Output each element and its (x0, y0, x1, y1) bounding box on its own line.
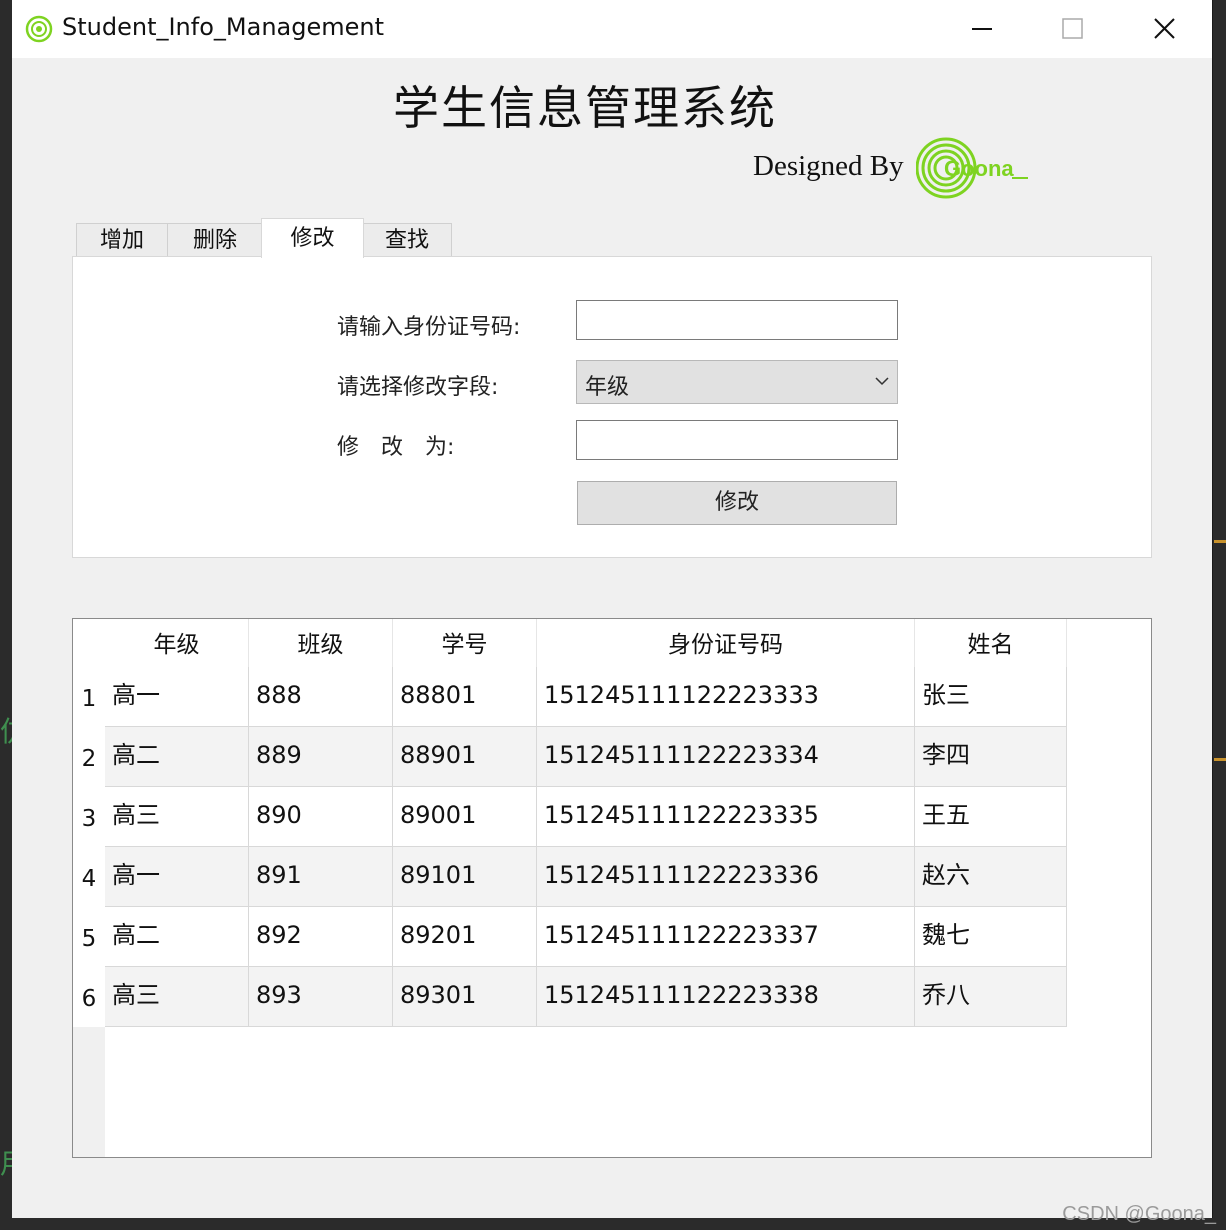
row-number[interactable]: 1 (73, 667, 105, 727)
row-number[interactable]: 2 (73, 727, 105, 787)
field-select-value: 年级 (585, 375, 630, 400)
id-number-label: 请输入身份证号码: (337, 315, 521, 340)
maximize-icon (1062, 18, 1083, 39)
column-header[interactable]: 身份证号码 (537, 619, 915, 667)
new-value-input[interactable] (576, 420, 898, 460)
table-cell[interactable]: 89001 (393, 787, 537, 847)
tab-search[interactable]: 查找 (362, 223, 452, 257)
table-cell[interactable]: 892 (249, 907, 393, 967)
table-cell[interactable]: 151245111122223338 (537, 967, 915, 1027)
table-cell[interactable]: 乔八 (915, 967, 1067, 1027)
modify-panel: 请输入身份证号码: 请选择修改字段: 年级 修 改 为: 修改 (72, 256, 1152, 558)
column-header[interactable]: 班级 (249, 619, 393, 667)
watermark: CSDN @Goona_ (1062, 1203, 1216, 1225)
new-value-label: 修 改 为: (337, 435, 455, 460)
table-cell[interactable]: 151245111122223335 (537, 787, 915, 847)
table-cell[interactable]: 高一 (105, 847, 249, 907)
title-bar[interactable]: Student_Info_Management (12, 0, 1212, 58)
table-cell[interactable]: 893 (249, 967, 393, 1027)
table-cell[interactable]: 高一 (105, 667, 249, 727)
table-cell[interactable]: 89201 (393, 907, 537, 967)
table-cell[interactable]: 李四 (915, 727, 1067, 787)
row-number[interactable]: 6 (73, 967, 105, 1027)
goona-logo: Goona (916, 137, 1028, 199)
table-cell[interactable]: 151245111122223337 (537, 907, 915, 967)
background-marker (1214, 540, 1226, 543)
close-icon (1154, 18, 1175, 39)
tab-modify[interactable]: 修改 (261, 218, 364, 258)
row-number[interactable]: 5 (73, 907, 105, 967)
table-cell[interactable]: 151245111122223334 (537, 727, 915, 787)
id-number-input[interactable] (576, 300, 898, 340)
table-cell[interactable]: 88801 (393, 667, 537, 727)
maximize-button[interactable] (1026, 0, 1118, 58)
table-cell[interactable]: 889 (249, 727, 393, 787)
table-cell[interactable]: 888 (249, 667, 393, 727)
minimize-button[interactable] (936, 0, 1028, 58)
designed-by-label: Designed By (753, 150, 904, 182)
table-cell[interactable]: 891 (249, 847, 393, 907)
tab-delete[interactable]: 删除 (167, 223, 263, 257)
column-header[interactable]: 姓名 (915, 619, 1067, 667)
column-header[interactable]: 学号 (393, 619, 537, 667)
table-cell[interactable]: 魏七 (915, 907, 1067, 967)
student-table[interactable]: 年级 班级 学号 身份证号码 姓名 1 高一 888 88801 1512451111222233… (72, 618, 1152, 1158)
modify-button[interactable]: 修改 (577, 481, 897, 525)
chevron-down-icon (875, 377, 889, 386)
close-button[interactable] (1118, 0, 1210, 58)
table-cell[interactable]: 高二 (105, 907, 249, 967)
table-cell[interactable]: 890 (249, 787, 393, 847)
table-cell[interactable]: 89301 (393, 967, 537, 1027)
background-marker (1214, 758, 1226, 761)
tab-add[interactable]: 增加 (76, 223, 168, 257)
table-cell[interactable]: 高二 (105, 727, 249, 787)
app-logo-icon (25, 15, 53, 43)
table-corner (73, 619, 105, 667)
row-number[interactable]: 4 (73, 847, 105, 907)
app-window: Student_Info_Management 学生信息管理系统 Designe… (12, 0, 1213, 1218)
table-cell[interactable]: 赵六 (915, 847, 1067, 907)
column-header[interactable]: 年级 (105, 619, 249, 667)
logo-text: Goona (944, 156, 1014, 181)
minimize-icon (972, 28, 992, 30)
row-number[interactable]: 3 (73, 787, 105, 847)
table-cell[interactable]: 151245111122223333 (537, 667, 915, 727)
table-cell[interactable]: 高三 (105, 787, 249, 847)
table-cell[interactable]: 89101 (393, 847, 537, 907)
table-cell[interactable]: 88901 (393, 727, 537, 787)
table-cell[interactable]: 王五 (915, 787, 1067, 847)
window-title: Student_Info_Management (62, 13, 384, 41)
table-cell[interactable]: 高三 (105, 967, 249, 1027)
page-title: 学生信息管理系统 (393, 81, 777, 135)
table-cell[interactable]: 151245111122223336 (537, 847, 915, 907)
table-cell[interactable]: 张三 (915, 667, 1067, 727)
field-select[interactable]: 年级 (576, 360, 898, 404)
field-select-label: 请选择修改字段: (337, 375, 499, 400)
